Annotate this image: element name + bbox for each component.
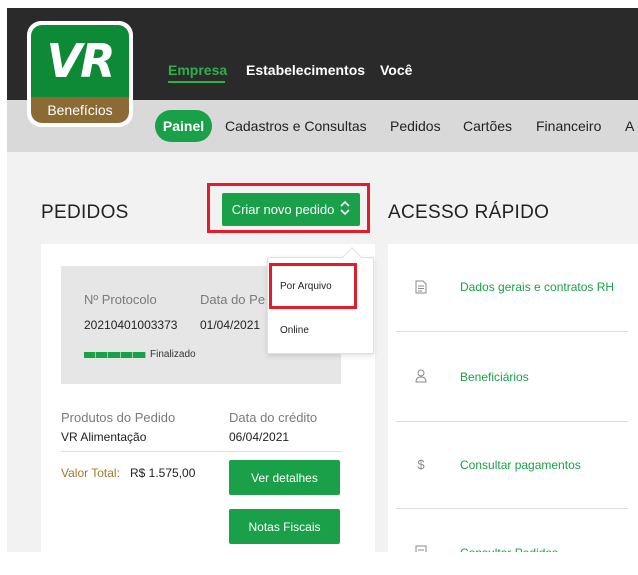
logo-subtext: Benefícios: [31, 97, 129, 123]
quick-link-beneficiarios[interactable]: Beneficiários: [460, 370, 529, 384]
tab-cartoes[interactable]: Cartões: [463, 118, 512, 134]
por-arquivo-highlight: [269, 263, 357, 309]
topnav-empresa[interactable]: Empresa: [168, 62, 227, 78]
order-date-value: 01/04/2021: [200, 318, 261, 332]
quick-access-title: ACESSO RÁPIDO: [388, 202, 550, 223]
dollar-icon: $: [417, 457, 425, 472]
products-label: Produtos do Pedido: [61, 410, 176, 425]
chevron-updown-icon: [340, 200, 350, 218]
status-progress-bar: [84, 352, 146, 358]
quick-divider: [396, 421, 628, 422]
topnav-estabelecimentos[interactable]: Estabelecimentos: [246, 62, 365, 78]
create-order-label: Criar novo pedido: [231, 202, 335, 217]
invoices-button[interactable]: Notas Fiscais: [229, 509, 340, 544]
credit-date-value: 06/04/2021: [229, 430, 290, 444]
total-label: Valor Total:: [61, 466, 120, 480]
vr-beneficios-logo[interactable]: VR Benefícios: [27, 21, 133, 127]
tab-financeiro[interactable]: Financeiro: [536, 118, 601, 134]
user-icon: [414, 369, 428, 386]
credit-date-label: Data do crédito: [229, 410, 318, 425]
document-icon: [414, 280, 428, 297]
logo-text: VR: [31, 25, 129, 97]
dropdown-item-online[interactable]: Online: [280, 325, 309, 336]
total-value: R$ 1.575,00: [130, 466, 196, 480]
tab-more[interactable]: A: [625, 118, 634, 134]
tab-cadastros[interactable]: Cadastros e Consultas: [225, 118, 367, 134]
products-value: VR Alimentação: [61, 430, 147, 444]
protocol-value: 20210401003373: [84, 318, 178, 332]
quick-link-pagamentos[interactable]: Consultar pagamentos: [460, 458, 581, 472]
orders-title: PEDIDOS: [41, 202, 129, 223]
order-date-label: Data do Pe: [200, 292, 266, 307]
status-label: Finalizado: [150, 349, 196, 360]
tab-painel[interactable]: Painel: [155, 110, 212, 142]
tab-pedidos[interactable]: Pedidos: [390, 118, 441, 134]
protocol-label: Nº Protocolo: [84, 292, 157, 307]
quick-divider: [396, 331, 628, 332]
view-details-button[interactable]: Ver detalhes: [229, 460, 340, 495]
topnav-voce[interactable]: Você: [380, 62, 412, 78]
quick-link-dados-gerais[interactable]: Dados gerais e contratos RH: [460, 280, 614, 294]
create-order-button[interactable]: Criar novo pedido: [222, 193, 360, 226]
topnav-active-indicator: [168, 81, 225, 83]
quick-divider: [396, 508, 628, 509]
card-divider: [61, 451, 341, 452]
page-bottom: [0, 552, 638, 575]
